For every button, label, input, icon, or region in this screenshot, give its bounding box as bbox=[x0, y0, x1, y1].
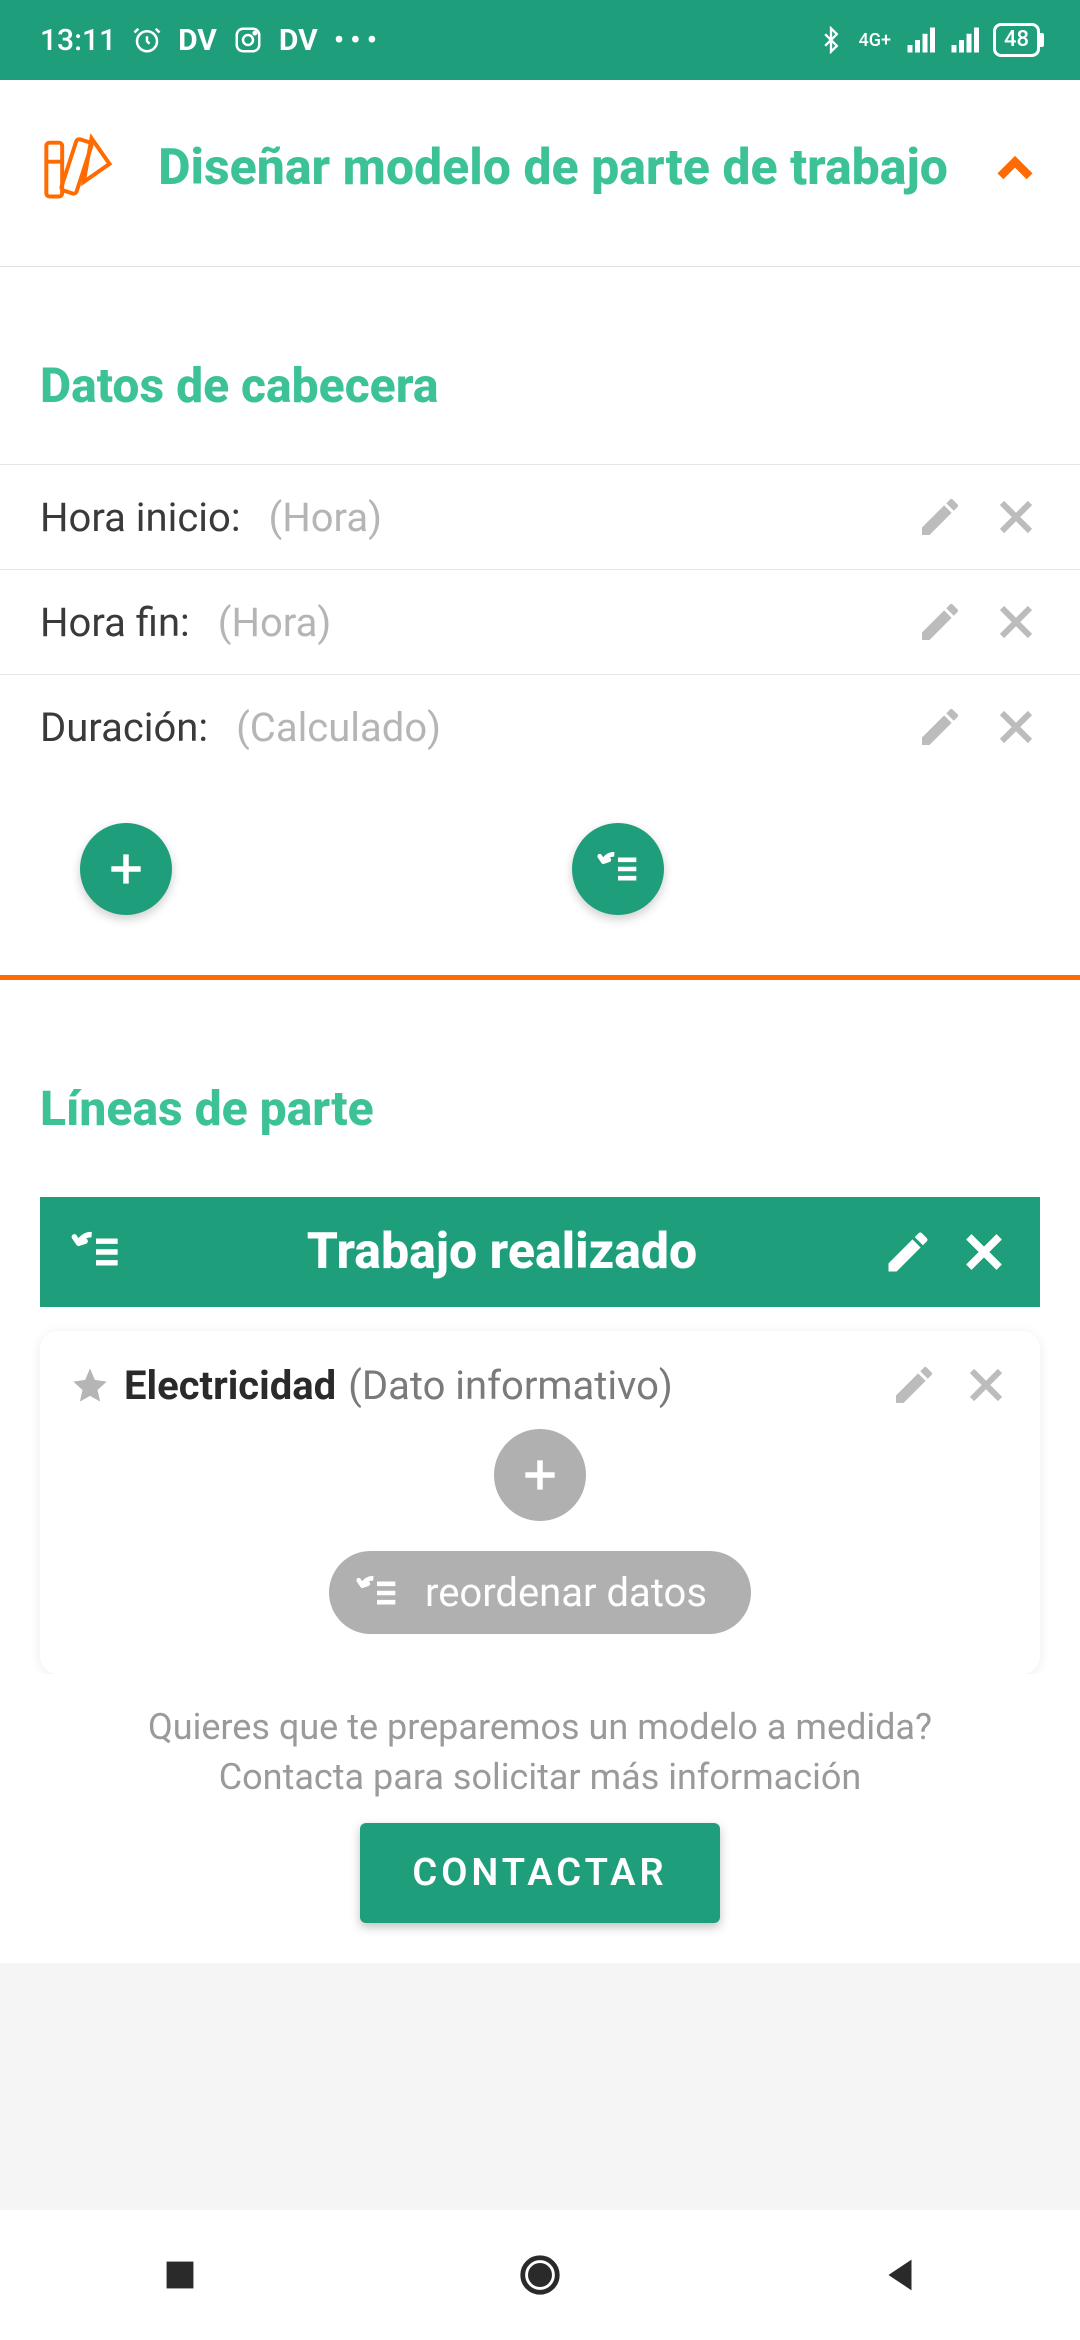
close-icon[interactable] bbox=[992, 598, 1040, 646]
signal-icon-2 bbox=[949, 25, 979, 55]
status-badge-1: DV bbox=[178, 23, 217, 58]
star-icon[interactable] bbox=[70, 1365, 110, 1405]
nav-home-icon[interactable] bbox=[517, 2252, 563, 2298]
footer: Quieres que te preparemos un modelo a me… bbox=[0, 1674, 1080, 1963]
section-header-data: Datos de cabecera Hora inicio: (Hora) Ho… bbox=[0, 267, 1080, 975]
row-hint: (Calculado) bbox=[236, 704, 441, 751]
system-nav-bar bbox=[0, 2210, 1080, 2340]
row-hint: (Hora) bbox=[218, 599, 332, 646]
page-header[interactable]: Diseñar modelo de parte de trabajo bbox=[0, 80, 1080, 267]
close-icon[interactable] bbox=[958, 1226, 1010, 1278]
line-item-subtitle: (Dato informativo) bbox=[348, 1362, 673, 1409]
contact-button[interactable]: CONTACTAR bbox=[360, 1823, 719, 1923]
section-title-lines: Líneas de parte bbox=[0, 980, 1080, 1197]
edit-icon[interactable] bbox=[890, 1361, 938, 1409]
row-hint: (Hora) bbox=[269, 494, 383, 541]
status-time: 13:11 bbox=[40, 23, 116, 58]
footer-line-2: Contacta para solicitar más información bbox=[40, 1752, 1040, 1802]
battery-indicator: 48 bbox=[993, 23, 1040, 57]
edit-icon[interactable] bbox=[916, 598, 964, 646]
edit-icon[interactable] bbox=[916, 703, 964, 751]
reorder-button[interactable] bbox=[572, 823, 664, 915]
status-badge-2: DV bbox=[279, 23, 318, 58]
reorder-data-label: reordenar datos bbox=[425, 1569, 707, 1616]
nav-recent-icon[interactable] bbox=[157, 2252, 203, 2298]
reorder-data-button[interactable]: reordenar datos bbox=[329, 1551, 751, 1634]
design-icon bbox=[40, 130, 116, 206]
signal-icon-1 bbox=[905, 25, 935, 55]
group-header-trabajo[interactable]: Trabajo realizado bbox=[40, 1197, 1040, 1307]
page-title: Diseñar modelo de parte de trabajo bbox=[144, 138, 962, 198]
row-label: Hora fin: bbox=[40, 599, 190, 646]
alarm-icon bbox=[132, 25, 162, 55]
group-title: Trabajo realizado bbox=[122, 1223, 882, 1281]
footer-line-1: Quieres que te preparemos un modelo a me… bbox=[40, 1702, 1040, 1752]
status-bar: 13:11 DV DV ••• 4G+ 48 bbox=[0, 0, 1080, 80]
section-title-header: Datos de cabecera bbox=[0, 267, 1080, 464]
line-item-title: Electricidad bbox=[124, 1362, 336, 1409]
network-label: 4G+ bbox=[859, 30, 891, 51]
close-icon[interactable] bbox=[962, 1361, 1010, 1409]
reorder-icon[interactable] bbox=[70, 1226, 122, 1278]
chevron-up-icon[interactable] bbox=[990, 143, 1040, 193]
row-label: Hora inicio: bbox=[40, 494, 241, 541]
add-line-button[interactable] bbox=[494, 1429, 586, 1521]
more-icon: ••• bbox=[334, 23, 383, 58]
edit-icon[interactable] bbox=[882, 1226, 934, 1278]
row-duracion[interactable]: Duración: (Calculado) bbox=[0, 674, 1080, 779]
row-hora-inicio[interactable]: Hora inicio: (Hora) bbox=[0, 464, 1080, 569]
close-icon[interactable] bbox=[992, 703, 1040, 751]
bluetooth-icon bbox=[817, 26, 845, 54]
nav-back-icon[interactable] bbox=[877, 2252, 923, 2298]
instagram-icon bbox=[233, 25, 263, 55]
close-icon[interactable] bbox=[992, 493, 1040, 541]
row-label: Duración: bbox=[40, 704, 208, 751]
add-button[interactable] bbox=[80, 823, 172, 915]
line-item-card: Electricidad (Dato informativo) reordena… bbox=[40, 1331, 1040, 1674]
row-hora-fin[interactable]: Hora fin: (Hora) bbox=[0, 569, 1080, 674]
edit-icon[interactable] bbox=[916, 493, 964, 541]
